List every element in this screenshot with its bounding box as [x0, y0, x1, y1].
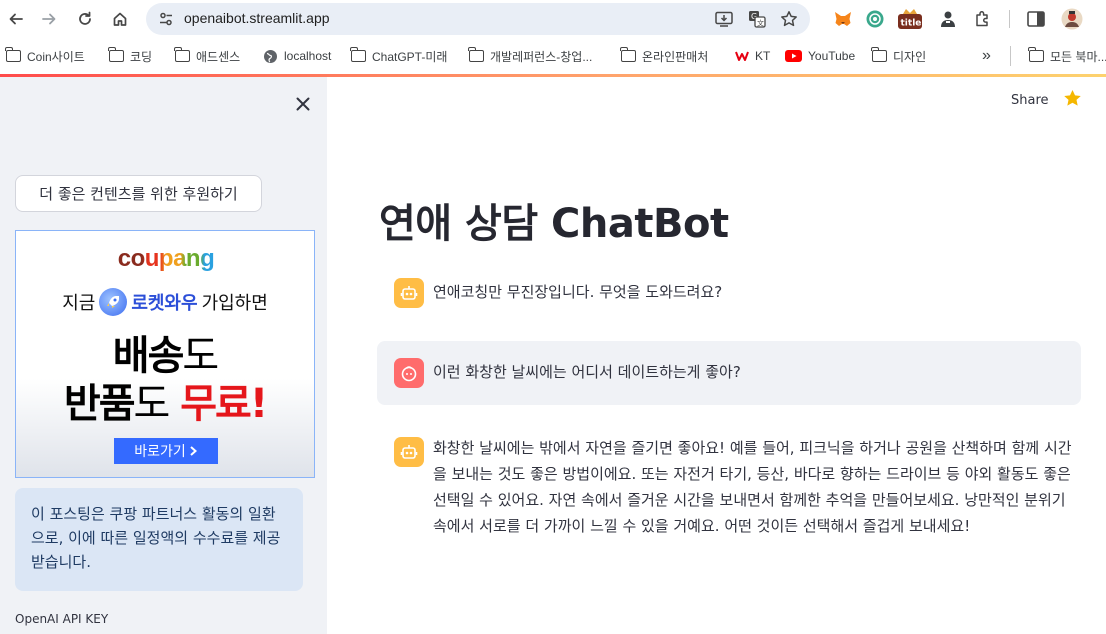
- ad-cta-label: 바로가기: [134, 444, 186, 460]
- bookmark-label: 디자인: [893, 49, 927, 64]
- ad-text: 무료!: [180, 381, 268, 427]
- bookmark-dev-reference[interactable]: 개발레퍼런스-창업...: [468, 47, 593, 65]
- home-icon[interactable]: [108, 7, 132, 31]
- chevron-right-icon: [190, 446, 197, 456]
- browser-toolbar: openaibot.streamlit.app G文 title: [0, 0, 1106, 38]
- rocket-icon: [99, 288, 128, 316]
- bookmarks-bar: Coin사이트 코딩 애드센스 localhost ChatGPT-미래 개발레…: [0, 38, 1106, 74]
- extensions-puzzle-icon[interactable]: [972, 8, 994, 30]
- folder-icon: [871, 47, 887, 62]
- api-key-label: OpenAI API KEY: [15, 612, 109, 626]
- chat-message-user: 이런 화창한 날씨에는 어디서 데이트하는게 좋아?: [377, 341, 1081, 405]
- affiliate-disclosure: 이 포스팅은 쿠팡 파트너스 활동의 일환으로, 이에 따른 일정액의 수수료를…: [15, 488, 303, 591]
- main-content: Share 연애 상담 ChatBot 연애코칭만 무진장입니다. 무엇을 도와…: [327, 77, 1106, 634]
- coupang-logo: coupang: [106, 245, 226, 273]
- ad-text: 반품: [63, 381, 136, 427]
- bookmark-coding[interactable]: 코딩: [108, 47, 153, 65]
- bookmark-label: YouTube: [808, 49, 856, 63]
- close-sidebar-icon[interactable]: [292, 93, 314, 115]
- bookmark-star-icon[interactable]: [779, 9, 799, 29]
- bookmark-coin[interactable]: Coin사이트: [5, 47, 85, 65]
- message-text: 이런 화창한 날씨에는 어디서 데이트하는게 좋아?: [433, 363, 741, 381]
- bookmark-youtube[interactable]: YouTube: [785, 47, 855, 65]
- bookmark-chatgpt[interactable]: ChatGPT-미래: [350, 47, 448, 65]
- folder-icon: [108, 47, 124, 62]
- ad-text: 지금: [62, 293, 96, 314]
- bookmarks-overflow-chevron-icon[interactable]: »: [982, 47, 991, 65]
- folder-icon: [620, 47, 636, 62]
- translate-icon[interactable]: G文: [747, 9, 767, 29]
- bookmark-label: 모든 북마...: [1050, 49, 1106, 64]
- side-panel-icon[interactable]: [1025, 8, 1047, 30]
- page-title: 연애 상담 ChatBot: [379, 201, 729, 247]
- folder-icon: [174, 47, 190, 62]
- bookmark-design[interactable]: 디자인: [871, 47, 927, 65]
- bookmark-label: 코딩: [130, 49, 153, 64]
- bookmark-online-sales[interactable]: 온라인판매처: [620, 47, 709, 65]
- svg-text:文: 文: [757, 19, 764, 28]
- ad-brand-text: 로켓와우: [131, 293, 198, 314]
- message-text: 연애코칭만 무진장입니다. 무엇을 도와드려요?: [433, 283, 723, 301]
- bookmark-label: KT: [755, 49, 771, 63]
- bookmark-kt[interactable]: KT: [735, 47, 770, 65]
- bookmark-label: 애드센스: [196, 49, 241, 64]
- favorite-star-icon[interactable]: [1063, 89, 1082, 113]
- ad-text: 가입하면: [201, 293, 268, 314]
- chat-message-assistant: 화창한 날씨에는 밖에서 자연을 즐기면 좋아요! 예를 들어, 피크닉을 하거…: [377, 429, 1081, 569]
- agent-extension-icon[interactable]: [937, 8, 959, 30]
- coupang-ad-banner[interactable]: coupang 지금 로켓와우 가입하면 배송도 반품도 무료! 바로가기: [15, 230, 315, 478]
- back-icon[interactable]: [4, 7, 28, 31]
- install-app-icon[interactable]: [714, 9, 734, 29]
- profile-avatar-icon[interactable]: [1061, 8, 1083, 30]
- ad-headline-3: 반품도 무료!: [16, 371, 314, 429]
- donate-button[interactable]: 더 좋은 컨텐츠를 위한 후원하기: [15, 175, 262, 212]
- svg-text:title: title: [901, 19, 922, 29]
- folder-icon: [350, 47, 366, 62]
- bookmark-label: localhost: [284, 49, 332, 63]
- sidebar: 더 좋은 컨텐츠를 위한 후원하기 coupang 지금 로켓와우 가입하면 배…: [0, 77, 327, 634]
- user-avatar-icon: [394, 358, 424, 388]
- bookmark-localhost[interactable]: localhost: [263, 47, 331, 65]
- globe-icon: [264, 49, 277, 63]
- chat-message-assistant: 연애코칭만 무진장입니다. 무엇을 도와드려요?: [377, 267, 1081, 319]
- site-info-icon[interactable]: [158, 11, 174, 27]
- vpn-extension-icon[interactable]: [864, 8, 886, 30]
- bookmark-label: ChatGPT-미래: [372, 49, 448, 64]
- folder-icon: [1028, 47, 1044, 62]
- bookmark-adsense[interactable]: 애드센스: [174, 47, 241, 65]
- address-bar[interactable]: openaibot.streamlit.app G文: [146, 3, 810, 35]
- ad-text: 도: [133, 381, 171, 427]
- reload-icon[interactable]: [73, 7, 97, 31]
- folder-icon: [5, 47, 21, 62]
- message-text: 화창한 날씨에는 밖에서 자연을 즐기면 좋아요! 예를 들어, 피크닉을 하거…: [433, 439, 1072, 535]
- bookmarks-divider: [1010, 46, 1011, 66]
- bookmark-label: 온라인판매처: [642, 49, 709, 64]
- ad-headline-1: 지금 로켓와우 가입하면: [16, 288, 314, 316]
- folder-icon: [468, 47, 484, 62]
- toolbar-divider: [1009, 10, 1010, 28]
- share-button[interactable]: Share: [1011, 93, 1049, 108]
- url-text[interactable]: openaibot.streamlit.app: [184, 10, 330, 26]
- bookmark-all[interactable]: 모든 북마...: [1028, 47, 1106, 65]
- forward-icon[interactable]: [37, 7, 61, 31]
- metamask-icon[interactable]: [832, 8, 854, 30]
- bookmark-label: Coin사이트: [27, 49, 85, 64]
- bot-avatar-icon: [394, 278, 424, 308]
- bookmark-label: 개발레퍼런스-창업...: [490, 49, 593, 64]
- title-extension-icon[interactable]: title: [896, 8, 924, 30]
- kt-logo-icon: [735, 51, 749, 61]
- ad-cta-button[interactable]: 바로가기: [114, 438, 218, 464]
- youtube-icon: [785, 50, 802, 62]
- bot-avatar-icon: [394, 437, 424, 467]
